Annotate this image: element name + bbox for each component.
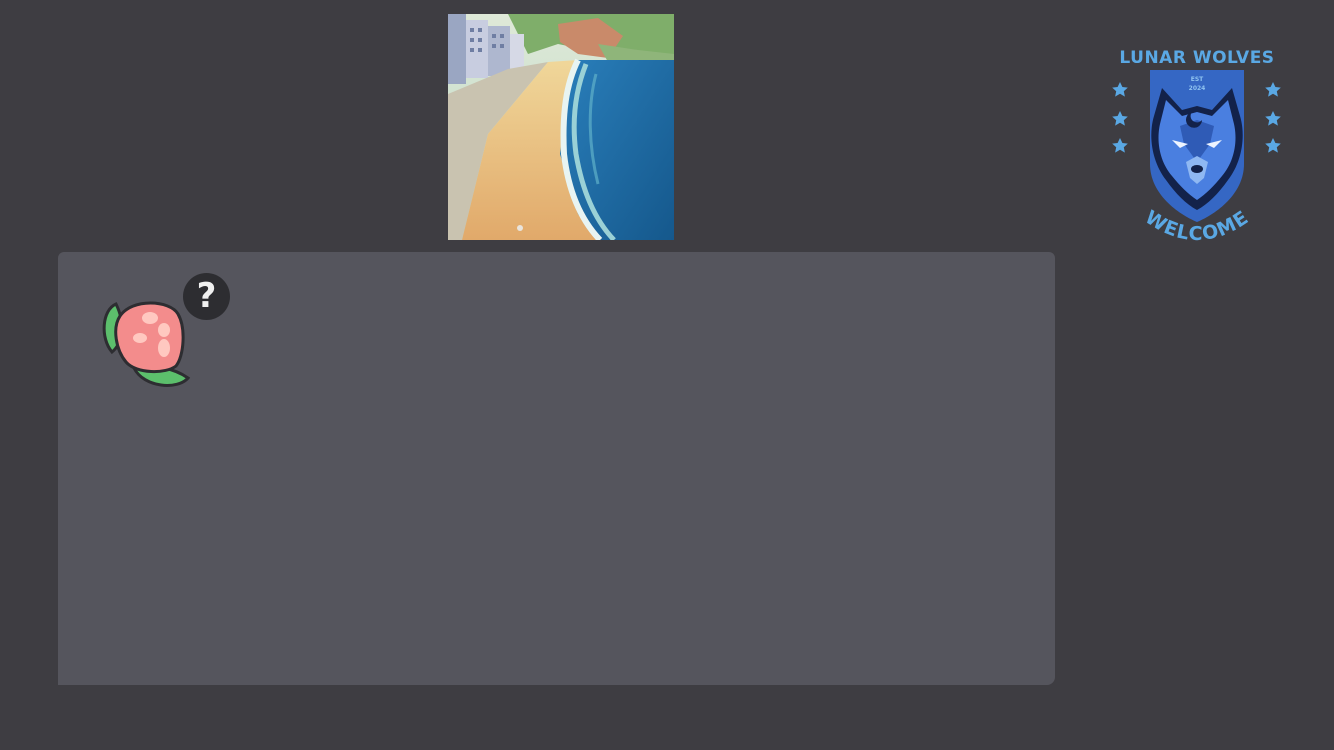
crest-established: EST 2024 xyxy=(1182,75,1212,93)
team-crest: WELCOME LUNAR WOLVES EST 2024 xyxy=(1096,44,1298,252)
berry-item-icon[interactable] xyxy=(100,298,192,390)
crest-title: LUNAR WOLVES xyxy=(1119,48,1275,68)
crest-est-year: 2024 xyxy=(1188,85,1206,92)
location-scene-image xyxy=(448,14,674,240)
unknown-item-badge[interactable]: ? xyxy=(183,273,230,320)
crest-est-label: EST xyxy=(1190,76,1204,83)
game-screen: ? WELCOME LUNAR WOLVES EST 2024 xyxy=(0,0,1334,750)
